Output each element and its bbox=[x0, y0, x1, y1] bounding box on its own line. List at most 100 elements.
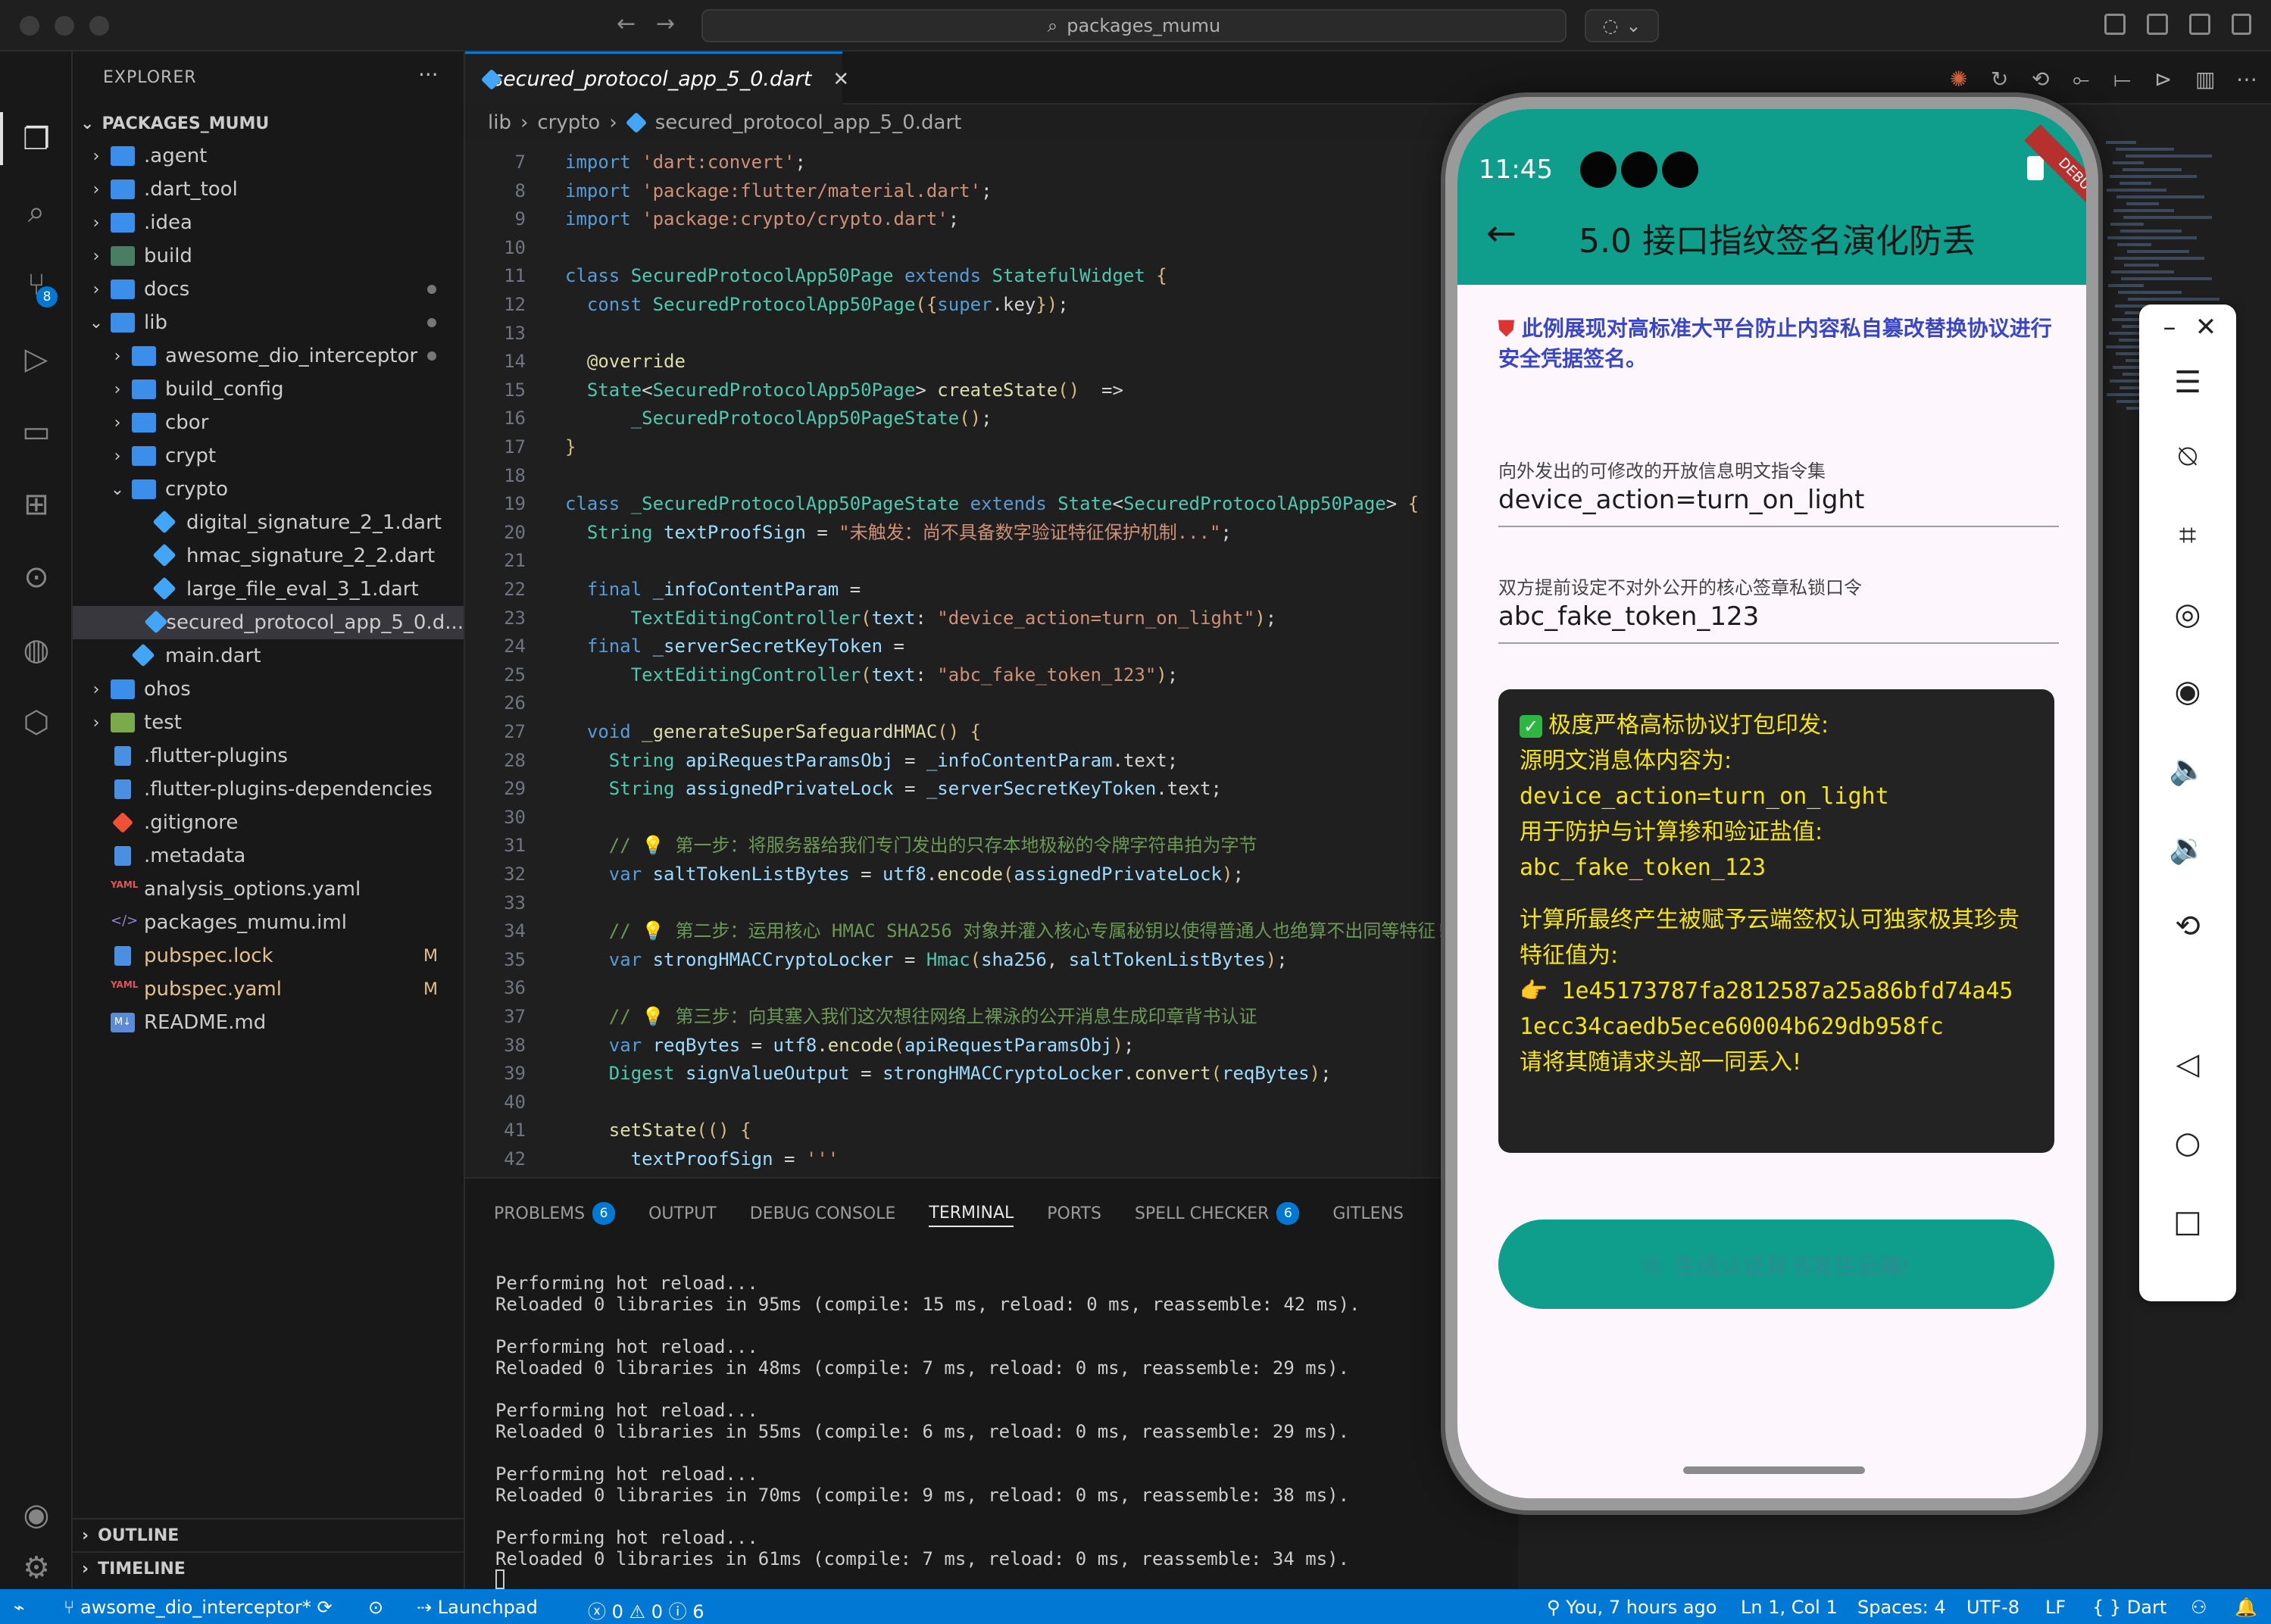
tree-item-readme-md[interactable]: M↓ README.md bbox=[73, 1006, 464, 1039]
timeline-section[interactable]: › TIMELINE bbox=[73, 1551, 464, 1585]
zoom-window-button[interactable] bbox=[89, 16, 109, 36]
testing-icon[interactable]: ◍ bbox=[18, 632, 55, 668]
split-editor-icon[interactable]: ▥ bbox=[2195, 67, 2215, 92]
nav-back-icon[interactable]: ← bbox=[617, 11, 636, 37]
breadcrumb-item[interactable]: secured_protocol_app_5_0.dart bbox=[655, 111, 962, 134]
git-graph-status-icon[interactable]: ⊙ bbox=[368, 1597, 383, 1618]
tree-item-crypt[interactable]: › crypt bbox=[73, 439, 464, 473]
no-touch-icon[interactable]: ⍉ bbox=[2139, 439, 2236, 474]
generate-signature-button[interactable]: ◎ 生成认证背书发往云端! bbox=[1498, 1220, 2054, 1309]
tree-item-lib[interactable]: ⌄ lib bbox=[73, 306, 464, 339]
search-icon[interactable]: ⌕ bbox=[18, 194, 55, 230]
tree-item-pubspec-lock[interactable]: pubspec.lock M bbox=[73, 939, 464, 973]
panel-tab-problems[interactable]: PROBLEMS 6 bbox=[494, 1200, 616, 1227]
minimize-window-button[interactable] bbox=[55, 16, 74, 36]
panel-tab-output[interactable]: OUTPUT bbox=[648, 1200, 717, 1227]
git-blame-item[interactable]: ⚲ You, 7 hours ago bbox=[1547, 1597, 1717, 1618]
tree-item-metadata[interactable]: .metadata bbox=[73, 839, 464, 873]
tree-item-test[interactable]: › test bbox=[73, 706, 464, 739]
launchpad-item[interactable]: ⇢ Launchpad bbox=[417, 1597, 538, 1618]
git-commit-next-icon[interactable]: ⟝ bbox=[2113, 67, 2131, 92]
tree-item-pubspec-yaml[interactable]: YAML pubspec.yaml M bbox=[73, 973, 464, 1006]
toggle-sidebar-icon[interactable] bbox=[2147, 14, 2168, 35]
problems-item[interactable]: ⓧ 0 ⚠ 0 ⓘ 6 bbox=[588, 1597, 704, 1623]
extensions-icon[interactable]: ⊞ bbox=[18, 486, 55, 523]
tree-item-flutter-plugins-dependencies[interactable]: .flutter-plugins-dependencies bbox=[73, 773, 464, 806]
tree-item-idea[interactable]: › .idea bbox=[73, 206, 464, 239]
close-window-button[interactable] bbox=[20, 16, 39, 36]
panel-tab-terminal[interactable]: TERMINAL bbox=[929, 1200, 1014, 1227]
tree-item-ohos[interactable]: › ohos bbox=[73, 673, 464, 706]
home-icon[interactable]: ○ bbox=[2139, 1126, 2236, 1160]
toggle-secondary-sidebar-icon[interactable] bbox=[2232, 14, 2251, 35]
back-arrow-icon[interactable]: ← bbox=[1486, 212, 1517, 255]
cursor-position[interactable]: Ln 1, Col 1 bbox=[1741, 1597, 1838, 1618]
end-of-line[interactable]: LF bbox=[2045, 1597, 2066, 1618]
code-editor[interactable]: 7 import 'dart:convert'; 8 import 'package… bbox=[465, 141, 1510, 1176]
copilot-button[interactable]: ◌ ⌄ bbox=[1585, 9, 1659, 42]
tree-item-build-config[interactable]: › build_config bbox=[73, 373, 464, 406]
notifications-icon[interactable]: 🔔 bbox=[2235, 1597, 2257, 1618]
panel-tab-ports[interactable]: PORTS bbox=[1047, 1200, 1101, 1227]
run-debug-icon[interactable]: ▷ bbox=[18, 341, 55, 377]
tree-item-large-file-eval-3-1-dart[interactable]: large_file_eval_3_1.dart bbox=[73, 573, 464, 606]
settings-gear-icon[interactable]: ⚙ bbox=[18, 1550, 55, 1586]
tree-item-gitignore[interactable]: .gitignore bbox=[73, 806, 464, 839]
breadcrumb-item[interactable]: crypto bbox=[537, 111, 600, 134]
git-graph-icon[interactable]: ⊙ bbox=[18, 559, 55, 595]
tree-item-hmac-signature-2-2-dart[interactable]: hmac_signature_2_2.dart bbox=[73, 539, 464, 573]
tree-item-build[interactable]: › build bbox=[73, 239, 464, 273]
branch-item[interactable]: ⑂ awsome_dio_interceptor* ⟳ bbox=[64, 1597, 333, 1618]
tree-item-awesome-dio-interceptor[interactable]: › awesome_dio_interceptor bbox=[73, 339, 464, 373]
tree-item-agent[interactable]: › .agent bbox=[73, 139, 464, 173]
account-icon[interactable]: ◉ bbox=[18, 1497, 55, 1533]
workspace-root[interactable]: ⌄ PACKAGES_MUMU bbox=[80, 108, 269, 139]
message-field[interactable]: device_action=turn_on_light bbox=[1498, 485, 2059, 527]
panel-tab-spell-checker[interactable]: SPELL CHECKER 6 bbox=[1135, 1200, 1300, 1227]
language-mode[interactable]: { } Dart bbox=[2092, 1597, 2166, 1618]
close-icon[interactable]: ✕ bbox=[2157, 312, 2254, 342]
containers-icon[interactable]: ⬡ bbox=[18, 704, 55, 741]
tree-item-digital-signature-2-1-dart[interactable]: digital_signature_2_1.dart bbox=[73, 506, 464, 539]
more-editor-actions-icon[interactable]: ⋯ bbox=[2236, 67, 2257, 92]
layout-sidebar-icon[interactable] bbox=[2104, 14, 2126, 35]
run-file-icon[interactable]: ⊳ bbox=[2154, 67, 2172, 92]
secret-key-field[interactable]: abc_fake_token_123 bbox=[1498, 601, 2059, 644]
git-commit-prev-icon[interactable]: ⟜ bbox=[2073, 67, 2089, 92]
close-tab-icon[interactable]: ✕ bbox=[832, 68, 849, 91]
toggle-panel-icon[interactable] bbox=[2189, 14, 2210, 35]
flutter-action-icon[interactable]: ✺ bbox=[1950, 67, 1967, 92]
nav-forward-icon[interactable]: → bbox=[656, 11, 675, 37]
breadcrumb-item[interactable]: lib bbox=[488, 111, 511, 134]
crop-icon[interactable]: ⌗ bbox=[2139, 518, 2236, 553]
tree-item-docs[interactable]: › docs bbox=[73, 273, 464, 306]
encoding[interactable]: UTF-8 bbox=[1966, 1597, 2020, 1618]
screenshot-icon[interactable]: ◎ bbox=[2139, 597, 2236, 632]
home-indicator[interactable] bbox=[1683, 1466, 1865, 1474]
tree-item-flutter-plugins[interactable]: .flutter-plugins bbox=[73, 739, 464, 773]
compare-icon[interactable]: ⟲ bbox=[2032, 67, 2049, 92]
tree-item-analysis-options-yaml[interactable]: YAML analysis_options.yaml bbox=[73, 873, 464, 906]
history-icon[interactable]: ↻ bbox=[1991, 67, 2008, 92]
volume-down-icon[interactable]: 🔉 bbox=[2139, 830, 2236, 866]
tree-item-secured-protocol-app-5-0-d[interactable]: secured_protocol_app_5_0.d... bbox=[73, 606, 464, 639]
tree-item-packages-mumu-iml[interactable]: </> packages_mumu.iml bbox=[73, 906, 464, 939]
more-actions-icon[interactable]: ··· bbox=[418, 62, 439, 87]
menu-icon[interactable]: ☰ bbox=[2139, 365, 2236, 400]
remote-explorer-icon[interactable]: ▭ bbox=[18, 414, 55, 450]
recents-icon[interactable]: □ bbox=[2139, 1204, 2236, 1239]
copilot-status-icon[interactable]: ⚇ bbox=[2191, 1597, 2207, 1618]
command-center-search[interactable]: ⌕ packages_mumu bbox=[701, 9, 1567, 42]
indentation[interactable]: Spaces: 4 bbox=[1857, 1597, 1946, 1618]
outline-section[interactable]: › OUTLINE bbox=[73, 1518, 464, 1551]
remote-icon[interactable]: ⌁ bbox=[14, 1597, 24, 1618]
terminal-output[interactable]: Performing hot reload... Reloaded 0 libra… bbox=[495, 1273, 1360, 1589]
panel-tab-debug-console[interactable]: DEBUG CONSOLE bbox=[750, 1200, 896, 1227]
rotate-icon[interactable]: ⟲ bbox=[2139, 909, 2236, 944]
tree-item-main-dart[interactable]: main.dart bbox=[73, 639, 464, 673]
panel-tab-gitlens[interactable]: GITLENS bbox=[1332, 1200, 1404, 1227]
editor-tab[interactable]: secured_protocol_app_5_0.dart ✕ bbox=[465, 52, 849, 105]
volume-up-icon[interactable]: 🔈 bbox=[2139, 751, 2236, 787]
tree-item-cbor[interactable]: › cbor bbox=[73, 406, 464, 439]
record-icon[interactable]: ◉ bbox=[2139, 674, 2236, 709]
